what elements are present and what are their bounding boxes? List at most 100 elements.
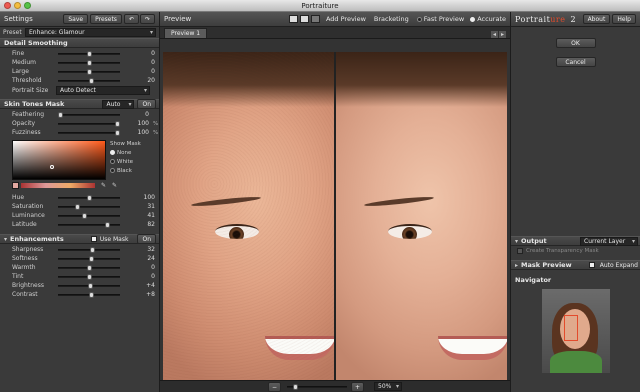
slider-track[interactable] (58, 273, 120, 280)
slider-knob[interactable] (89, 291, 95, 298)
slider-knob[interactable] (87, 282, 93, 289)
slider-value[interactable]: 24 (141, 255, 159, 262)
split-vertical-icon[interactable] (310, 15, 320, 23)
save-button[interactable]: Save (63, 14, 89, 24)
slider-value[interactable]: 0 (141, 273, 159, 280)
slider-knob[interactable] (89, 77, 95, 84)
zoom-dropdown[interactable]: 50% (374, 382, 403, 391)
redo-icon[interactable]: ↷ (139, 14, 155, 24)
preset-dropdown[interactable]: Enhance: Glamour (25, 28, 156, 37)
slider-track[interactable] (58, 194, 120, 201)
slider-knob[interactable] (86, 59, 92, 66)
slider-knob[interactable] (86, 273, 92, 280)
slider-value[interactable]: 41 (141, 212, 159, 219)
hue-strip[interactable] (21, 182, 95, 188)
slider-knob[interactable] (81, 212, 87, 219)
color-picker[interactable] (12, 140, 106, 180)
skin-mask-toggle[interactable]: On (137, 99, 156, 109)
navigator-viewport[interactable] (564, 315, 578, 341)
slider-value[interactable]: +8 (141, 291, 159, 298)
slider-track[interactable] (58, 203, 120, 210)
create-mask-row[interactable]: Create Transparency Mask (511, 246, 640, 256)
single-view-icon[interactable] (288, 15, 298, 23)
preview-after-image[interactable] (336, 52, 507, 382)
mask-preview-header[interactable]: ▸ Mask Preview Auto Expand (511, 260, 640, 270)
skin-mask-header[interactable]: Skin Tones Mask Auto On (0, 99, 159, 109)
detail-smoothing-header[interactable]: Detail Smoothing (0, 38, 159, 48)
help-button[interactable]: Help (612, 14, 636, 24)
slider-knob[interactable] (115, 120, 120, 127)
slider-value[interactable]: +4 (141, 282, 159, 289)
bracketing-button[interactable]: Bracketing (374, 15, 409, 23)
use-mask-checkbox[interactable] (90, 236, 97, 242)
slider-value[interactable]: 0 (141, 59, 159, 66)
slider-track[interactable] (58, 59, 120, 66)
show-mask-black[interactable]: Black (110, 167, 141, 176)
slider-value[interactable]: 0 (135, 111, 153, 118)
slider-knob[interactable] (86, 68, 92, 75)
zoom-window-button[interactable] (24, 2, 31, 9)
slider-track[interactable] (58, 77, 120, 84)
zoom-slider[interactable] (287, 383, 347, 390)
preview-before-image[interactable] (163, 52, 334, 382)
add-preview-button[interactable]: Add Preview (326, 15, 366, 23)
slider-value[interactable]: 0 (141, 264, 159, 271)
about-button[interactable]: About (582, 14, 611, 24)
slider-track[interactable] (58, 129, 120, 136)
slider-track[interactable] (58, 111, 120, 118)
color-picker-marker[interactable] (50, 165, 54, 169)
slider-knob[interactable] (86, 194, 92, 201)
slider-knob[interactable] (115, 129, 120, 136)
portrait-size-dropdown[interactable]: Auto Detect (56, 86, 150, 95)
undo-icon[interactable]: ↶ (123, 14, 139, 24)
slider-value[interactable]: 0 (141, 68, 159, 75)
enhancements-toggle[interactable]: On (137, 234, 156, 244)
output-header[interactable]: ▾ Output Current Layer (511, 236, 640, 246)
cancel-button[interactable]: Cancel (555, 57, 596, 67)
slider-value[interactable]: 82 (141, 221, 159, 228)
tab-next-icon[interactable]: ▸ (498, 31, 506, 38)
zoom-out-icon[interactable]: − (267, 381, 281, 392)
skin-mask-mode-dropdown[interactable]: Auto (102, 99, 135, 109)
slider-value[interactable]: 100 (135, 129, 153, 136)
slider-track[interactable] (58, 120, 120, 127)
output-dropdown[interactable]: Current Layer (580, 236, 638, 246)
eyedropper-icon[interactable]: ✎ (101, 182, 106, 189)
zoom-slider-knob[interactable] (293, 383, 298, 390)
slider-track[interactable] (58, 221, 120, 228)
navigator-thumbnail[interactable] (542, 289, 610, 373)
minimize-window-button[interactable] (14, 2, 21, 9)
slider-track[interactable] (58, 291, 120, 298)
presets-button[interactable]: Presets (90, 14, 122, 24)
slider-knob[interactable] (104, 221, 110, 228)
slider-value[interactable]: 100 (141, 194, 159, 201)
zoom-in-icon[interactable]: + (351, 381, 365, 392)
slider-track[interactable] (58, 282, 120, 289)
slider-knob[interactable] (86, 264, 92, 271)
slider-knob[interactable] (88, 255, 94, 262)
tab-preview-1[interactable]: Preview 1 (164, 28, 208, 38)
accurate-radio[interactable] (470, 16, 476, 22)
slider-value[interactable]: 0 (141, 50, 159, 57)
show-mask-white[interactable]: White (110, 158, 141, 167)
tab-prev-icon[interactable]: ◂ (490, 31, 498, 38)
ok-button[interactable]: OK (555, 38, 596, 48)
slider-value[interactable]: 20 (141, 77, 159, 84)
slider-track[interactable] (58, 246, 120, 253)
slider-knob[interactable] (58, 111, 63, 118)
enhancements-header[interactable]: ▾ Enhancements Use Mask On (0, 234, 159, 244)
split-horizontal-icon[interactable] (299, 15, 309, 23)
skin-swatch[interactable] (12, 181, 19, 189)
slider-knob[interactable] (89, 246, 95, 253)
slider-knob[interactable] (75, 203, 81, 210)
slider-knob[interactable] (86, 50, 92, 57)
slider-value[interactable]: 100 (135, 120, 153, 127)
eyedropper-plus-icon[interactable]: ✎ (112, 182, 117, 189)
show-mask-none[interactable]: None (110, 149, 141, 158)
fast-preview-radio[interactable] (416, 16, 422, 22)
create-mask-checkbox[interactable] (517, 248, 523, 254)
slider-track[interactable] (58, 68, 120, 75)
slider-track[interactable] (58, 50, 120, 57)
close-window-button[interactable] (4, 2, 11, 9)
slider-value[interactable]: 31 (141, 203, 159, 210)
